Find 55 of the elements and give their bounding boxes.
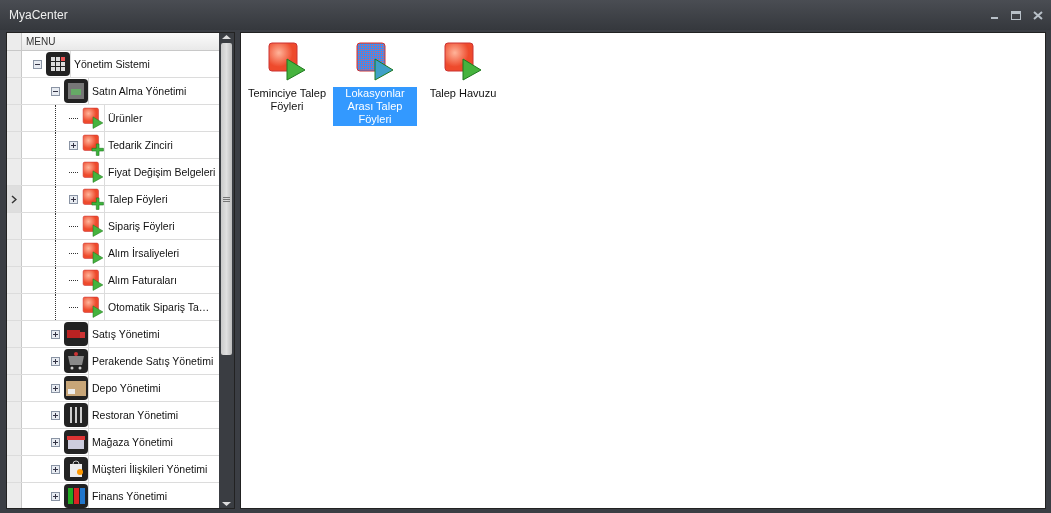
storefront-icon	[64, 430, 88, 454]
shortcut-label[interactable]: Teminciye Talep Föyleri	[245, 87, 329, 113]
collapse-icon[interactable]	[50, 86, 60, 96]
play-icon	[82, 296, 104, 318]
expand-icon[interactable]	[50, 491, 60, 501]
expand-icon[interactable]	[50, 329, 60, 339]
cutlery-icon	[64, 403, 88, 427]
row-header-cell[interactable]	[7, 105, 22, 131]
row-indicator-icon	[11, 194, 17, 204]
row-header-cell[interactable]	[7, 159, 22, 185]
row-header-cell[interactable]	[7, 186, 22, 212]
row-header-cell[interactable]	[7, 213, 22, 239]
shopping-bag-icon	[64, 457, 88, 481]
column-header: MENU	[25, 35, 57, 49]
play-icon	[355, 41, 395, 81]
row-header-cell[interactable]	[7, 132, 22, 158]
folder-plus-icon	[82, 134, 104, 156]
folder-plus-icon	[82, 188, 104, 210]
expand-icon[interactable]	[50, 383, 60, 393]
scroll-down-icon[interactable]	[221, 500, 232, 508]
row-header-cell[interactable]	[7, 78, 22, 104]
maximize-icon[interactable]	[1011, 10, 1021, 20]
truck-icon	[64, 322, 88, 346]
expand-icon[interactable]	[68, 140, 78, 150]
play-icon	[82, 161, 104, 183]
play-icon	[82, 269, 104, 291]
row-header-cell[interactable]	[7, 375, 22, 401]
expand-icon[interactable]	[50, 356, 60, 366]
expand-icon[interactable]	[50, 410, 60, 420]
row-header-cell[interactable]	[7, 294, 22, 320]
row-header-cell[interactable]	[7, 483, 22, 508]
play-icon	[82, 107, 104, 129]
row-header-cell[interactable]	[7, 348, 22, 374]
play-icon	[267, 41, 307, 81]
play-icon	[443, 41, 483, 81]
row-header-cell[interactable]	[7, 402, 22, 428]
row-header-cell[interactable]	[7, 321, 22, 347]
close-icon[interactable]	[1033, 10, 1043, 20]
shopping-cart-icon	[64, 349, 88, 373]
row-header-cell[interactable]	[7, 267, 22, 293]
row-header-cell[interactable]	[7, 456, 22, 482]
scrollbar-thumb[interactable]	[221, 43, 232, 355]
window-title: MyaCenter	[9, 8, 68, 22]
play-icon	[82, 242, 104, 264]
expand-icon[interactable]	[68, 194, 78, 204]
expand-icon[interactable]	[50, 464, 60, 474]
collapse-icon[interactable]	[32, 59, 42, 69]
play-icon	[82, 215, 104, 237]
shortcut-label[interactable]: Talep Havuzu	[428, 87, 498, 100]
box-icon	[64, 376, 88, 400]
expand-icon[interactable]	[50, 437, 60, 447]
row-header-cell[interactable]	[7, 51, 22, 77]
row-header-cell[interactable]	[7, 429, 22, 455]
scroll-up-icon[interactable]	[221, 33, 232, 41]
row-header-cell[interactable]	[7, 240, 22, 266]
